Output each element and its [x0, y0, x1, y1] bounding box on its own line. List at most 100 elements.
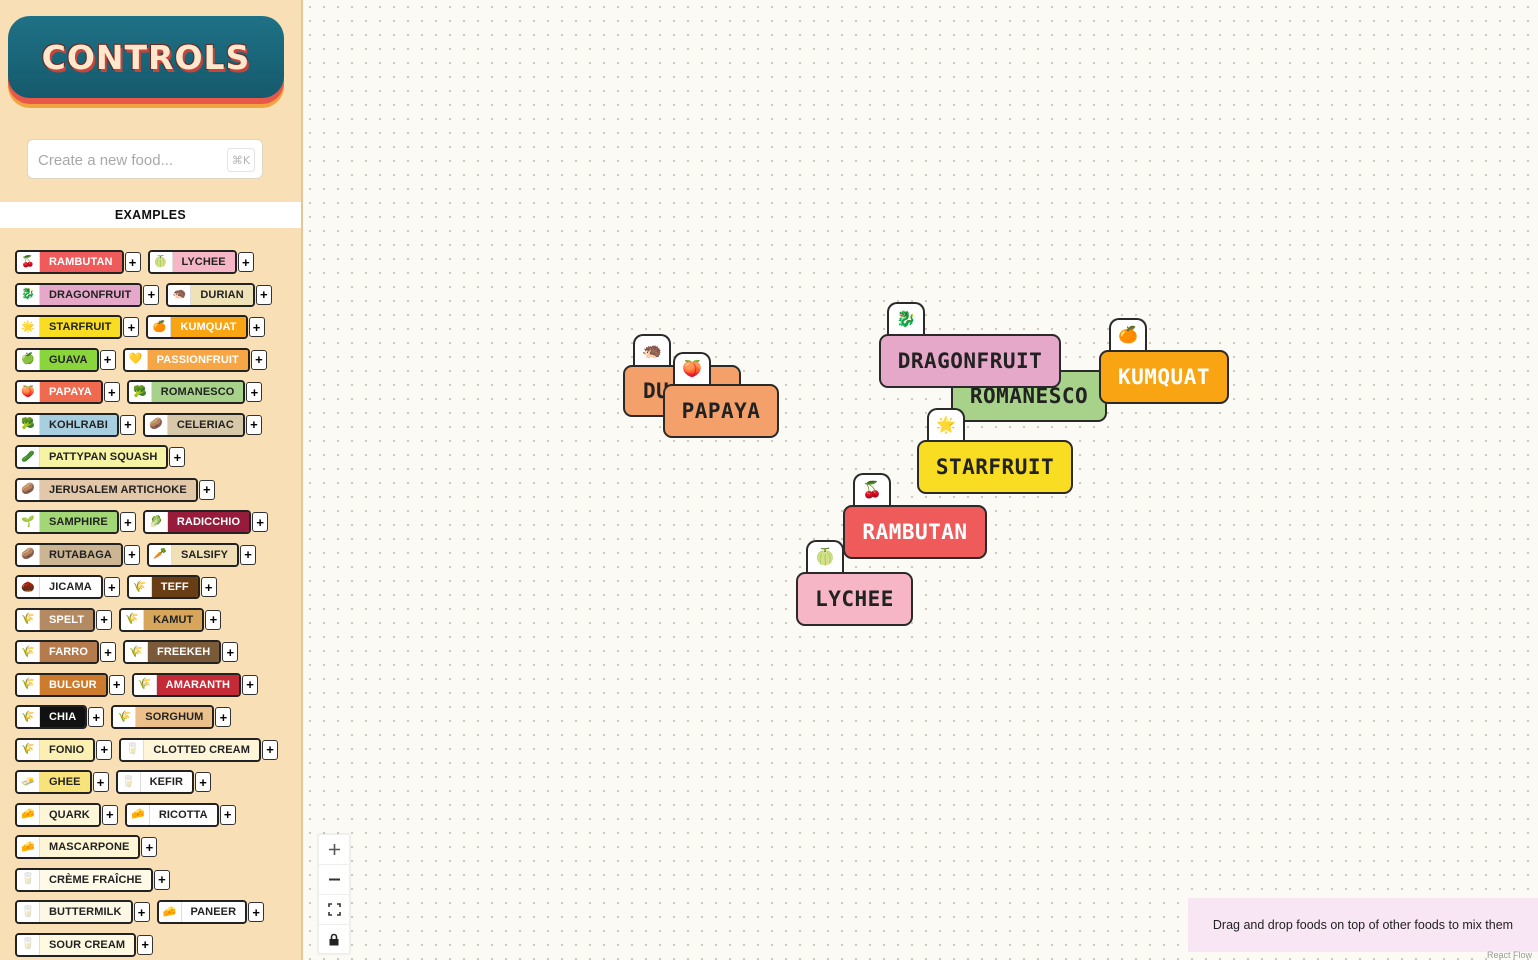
example-chip-body[interactable]: 🌰 JICAMA — [15, 575, 103, 599]
add-farro-button[interactable]: + — [100, 642, 116, 662]
example-chip-body[interactable]: 💛 PASSIONFRUIT — [122, 347, 250, 372]
example-chip-body[interactable]: 🥔 JERUSALEM ARTICHOKE — [15, 477, 198, 502]
add-passionfruit-button[interactable]: + — [250, 349, 267, 370]
example-chip-body[interactable]: 🧀 QUARK — [15, 802, 101, 827]
example-chip-quark[interactable]: 🧀 QUARK + — [15, 802, 118, 827]
add-cr-me-fra-che-button[interactable]: + — [153, 869, 170, 890]
example-chip-fonio[interactable]: 🌾 FONIO + — [15, 737, 113, 762]
example-chip-body[interactable]: 🧈 GHEE — [15, 770, 92, 794]
example-chip-body[interactable]: 🥔 RUTABAGA — [15, 542, 123, 567]
add-sorghum-button[interactable]: + — [215, 707, 232, 727]
example-chip-sorghum[interactable]: 🌾 SORGHUM + — [111, 705, 232, 729]
create-food-search[interactable]: ⌘K — [27, 139, 263, 180]
example-chip-durian[interactable]: 🦔 DURIAN + — [166, 282, 272, 307]
example-chip-kumquat[interactable]: 🍊 KUMQUAT + — [146, 315, 265, 339]
add-jicama-button[interactable]: + — [103, 577, 120, 597]
example-chip-body[interactable]: 🍑 PAPAYA — [15, 380, 103, 404]
example-chip-samphire[interactable]: 🌱 SAMPHIRE + — [15, 510, 136, 534]
add-romanesco-button[interactable]: + — [246, 382, 263, 402]
example-chip-ghee[interactable]: 🧈 GHEE + — [15, 770, 109, 794]
example-chip-sour-cream[interactable]: 🥛 SOUR CREAM + — [15, 932, 154, 957]
example-chip-body[interactable]: 🌟 STARFRUIT — [15, 315, 123, 339]
example-chip-body[interactable]: 🦔 DURIAN — [166, 282, 255, 307]
example-chip-clotted-cream[interactable]: 🥛 CLOTTED CREAM + — [119, 737, 278, 762]
example-chip-body[interactable]: 🧀 PANEER — [156, 900, 248, 924]
add-amaranth-button[interactable]: + — [242, 674, 259, 695]
example-chip-body[interactable]: 🍏 GUAVA — [15, 347, 99, 372]
add-spelt-button[interactable]: + — [96, 609, 113, 630]
example-chip-body[interactable]: 🌾 FREEKEH — [123, 640, 222, 664]
add-kumquat-button[interactable]: + — [248, 317, 265, 337]
example-chip-buttermilk[interactable]: 🥛 BUTTERMILK + — [15, 900, 150, 924]
example-chip-chia[interactable]: 🌾 CHIA + — [15, 705, 105, 729]
example-chip-body[interactable]: 🥛 CLOTTED CREAM — [119, 737, 261, 762]
add-kamut-button[interactable]: + — [205, 609, 222, 630]
example-chip-romanesco[interactable]: 🥦 ROMANESCO + — [126, 380, 263, 404]
create-food-input[interactable] — [36, 140, 220, 180]
example-chip-spelt[interactable]: 🌾 SPELT + — [15, 607, 113, 632]
example-chip-body[interactable]: 🌾 SORGHUM — [111, 705, 215, 729]
add-lychee-button[interactable]: + — [237, 252, 254, 272]
example-chip-body[interactable]: 🌾 SPELT — [15, 607, 96, 632]
add-quark-button[interactable]: + — [101, 804, 118, 825]
add-dragonfruit-button[interactable]: + — [143, 284, 160, 305]
example-chip-body[interactable]: 🌾 BULGUR — [15, 672, 108, 697]
example-chip-body[interactable]: 🍊 KUMQUAT — [146, 315, 248, 339]
add-rutabaga-button[interactable]: + — [123, 544, 140, 565]
zoom-in-button[interactable] — [319, 835, 349, 865]
add-bulgur-button[interactable]: + — [108, 674, 125, 695]
example-chip-body[interactable]: 🥕 SALSIFY — [146, 542, 240, 567]
example-chip-body[interactable]: 🌾 CHIA — [15, 705, 88, 729]
example-chip-body[interactable]: 🌱 SAMPHIRE — [15, 510, 119, 534]
add-teff-button[interactable]: + — [200, 577, 217, 597]
food-node-label[interactable]: KUMQUAT — [1099, 350, 1229, 404]
example-chip-guava[interactable]: 🍏 GUAVA + — [15, 347, 116, 372]
example-chip-dragonfruit[interactable]: 🐉 DRAGONFRUIT + — [15, 282, 160, 307]
example-chip-mascarpone[interactable]: 🧀 MASCARPONE + — [15, 835, 158, 859]
food-node-label[interactable]: DRAGONFRUIT — [879, 334, 1061, 388]
add-mascarpone-button[interactable]: + — [141, 837, 158, 857]
add-ghee-button[interactable]: + — [92, 772, 109, 792]
example-chip-body[interactable]: 🧀 MASCARPONE — [15, 835, 141, 859]
example-chip-pattypan-squash[interactable]: 🥒 PATTYPAN SQUASH + — [15, 445, 186, 469]
example-chip-cr-me-fra-che[interactable]: 🥛 CRÈME FRAÎCHE + — [15, 867, 170, 892]
example-chip-body[interactable]: 🍒 RAMBUTAN — [15, 250, 124, 274]
add-clotted-cream-button[interactable]: + — [261, 739, 278, 760]
add-kefir-button[interactable]: + — [195, 772, 212, 792]
flow-canvas[interactable]: 🦔 DU 🍑 PAPAYA ROMANESCO 🐉 DRAGONFRUIT 🍊 KUMQUAT 🌟… — [303, 0, 1538, 960]
food-node-label[interactable]: RAMBUTAN — [843, 505, 987, 559]
add-guava-button[interactable]: + — [99, 349, 116, 370]
example-chip-amaranth[interactable]: 🌾 AMARANTH + — [131, 672, 259, 697]
example-chip-papaya[interactable]: 🍑 PAPAYA + — [15, 380, 120, 404]
example-chip-body[interactable]: 🍈 LYCHEE — [147, 250, 237, 274]
example-chip-body[interactable]: 🥔 CELERIAC — [142, 412, 245, 437]
example-chip-body[interactable]: 🥛 KEFIR — [115, 770, 195, 794]
example-chip-body[interactable]: 🐉 DRAGONFRUIT — [15, 282, 143, 307]
example-chip-body[interactable]: 🌾 FARRO — [15, 640, 99, 664]
add-kohlrabi-button[interactable]: + — [119, 414, 136, 435]
add-starfruit-button[interactable]: + — [123, 317, 140, 337]
lock-button[interactable] — [319, 925, 349, 954]
example-chip-passionfruit[interactable]: 💛 PASSIONFRUIT + — [122, 347, 267, 372]
example-chip-celeriac[interactable]: 🥔 CELERIAC + — [142, 412, 262, 437]
add-buttermilk-button[interactable]: + — [133, 902, 150, 922]
add-radicchio-button[interactable]: + — [252, 512, 269, 532]
react-flow-attribution[interactable]: React Flow — [1487, 950, 1532, 960]
add-fonio-button[interactable]: + — [96, 739, 113, 760]
example-chip-starfruit[interactable]: 🌟 STARFRUIT + — [15, 315, 140, 339]
add-freekeh-button[interactable]: + — [222, 642, 239, 662]
food-node-label[interactable]: PAPAYA — [663, 384, 779, 438]
example-chip-body[interactable]: 🥬 RADICCHIO — [142, 510, 252, 534]
add-jerusalem-artichoke-button[interactable]: + — [198, 479, 215, 500]
add-chia-button[interactable]: + — [88, 707, 105, 727]
example-chip-body[interactable]: 🌾 AMARANTH — [131, 672, 242, 697]
example-chip-body[interactable]: 🥛 CRÈME FRAÎCHE — [15, 867, 153, 892]
example-chip-kefir[interactable]: 🥛 KEFIR + — [115, 770, 212, 794]
example-chip-rambutan[interactable]: 🍒 RAMBUTAN + — [15, 250, 141, 274]
example-chip-body[interactable]: 🌾 KAMUT — [119, 607, 205, 632]
example-chip-radicchio[interactable]: 🥬 RADICCHIO + — [142, 510, 269, 534]
example-chip-rutabaga[interactable]: 🥔 RUTABAGA + — [15, 542, 140, 567]
example-chip-body[interactable]: 🌾 FONIO — [15, 737, 96, 762]
example-chip-body[interactable]: 🥛 BUTTERMILK — [15, 900, 133, 924]
example-chip-lychee[interactable]: 🍈 LYCHEE + — [147, 250, 254, 274]
